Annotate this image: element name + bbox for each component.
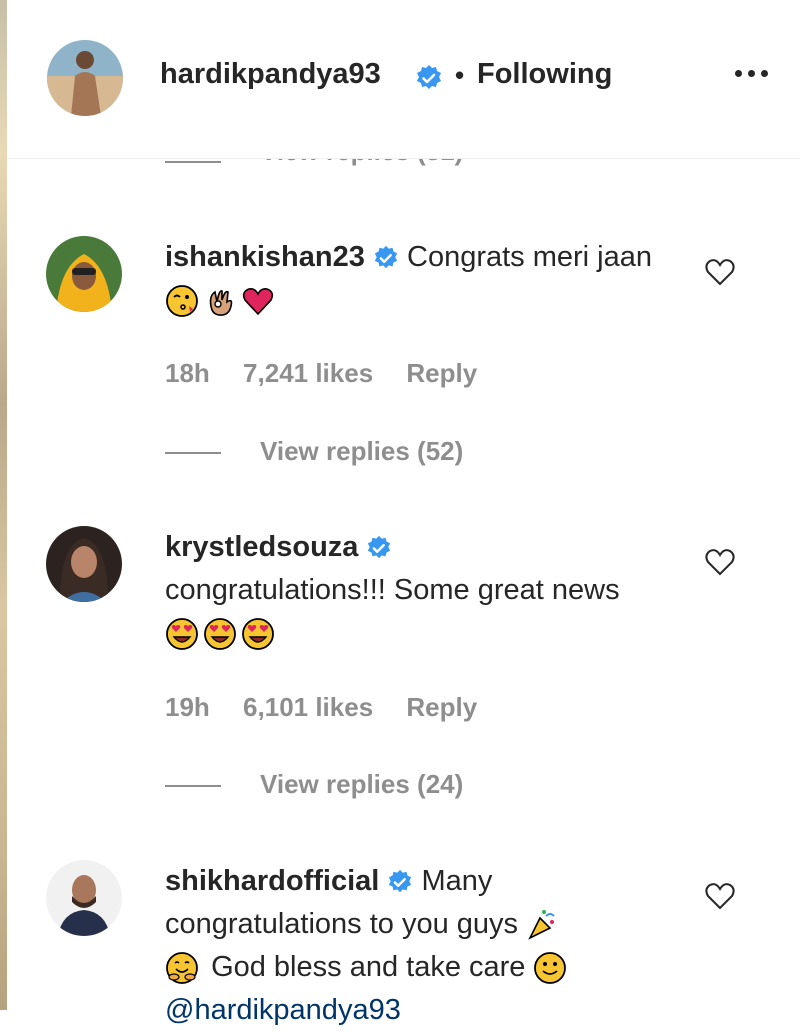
comment-text: Congrats meri jaan	[407, 241, 652, 273]
comment-time[interactable]: 19h	[165, 692, 210, 722]
background-photo-edge	[0, 0, 7, 1010]
replies-divider	[165, 161, 221, 163]
verified-badge-icon	[417, 65, 441, 89]
comment-meta: 19h 6,101 likes Reply	[165, 692, 503, 723]
post-header: hardikpandya93 • Following	[7, 0, 800, 159]
replies-divider	[165, 785, 221, 787]
commenter-avatar[interactable]	[46, 860, 122, 936]
commenter-username[interactable]: ishankishan23	[165, 241, 365, 273]
comment-text: congratulations!!! Some great news	[165, 574, 620, 606]
like-heart-icon[interactable]	[705, 882, 735, 910]
commenter-username[interactable]: krystledsouza	[165, 531, 358, 563]
commenter-avatar[interactable]	[46, 526, 122, 602]
reply-button[interactable]: Reply	[406, 358, 477, 388]
mention-link[interactable]: @hardikpandya93	[165, 994, 401, 1026]
comment-likes[interactable]: 6,101 likes	[243, 692, 373, 722]
party-popper-icon	[528, 910, 555, 941]
comment-body: ishankishan23 Congrats meri jaan	[165, 236, 655, 322]
like-heart-icon[interactable]	[705, 548, 735, 576]
like-heart-icon[interactable]	[705, 258, 735, 286]
slightly-smiling-face-icon	[534, 952, 567, 985]
view-replies-link[interactable]: View replies (24)	[260, 769, 463, 800]
reply-button[interactable]: Reply	[406, 692, 477, 722]
heart-eyes-icon	[204, 618, 236, 651]
comment-text: God bless and take care	[211, 951, 526, 983]
view-replies-link[interactable]: View replies (52)	[260, 436, 463, 467]
verified-badge-icon	[389, 870, 412, 893]
author-username[interactable]: hardikpandya93	[160, 58, 381, 91]
face-blowing-kiss-icon	[166, 285, 198, 318]
comment-body: shikhardofficial Many congratulations to…	[165, 860, 655, 1032]
ok-hand-icon	[209, 290, 233, 317]
heart-eyes-icon	[166, 618, 198, 651]
separator-dot: •	[455, 60, 465, 90]
verified-badge-icon	[368, 536, 391, 559]
heart-eyes-icon	[242, 618, 274, 651]
red-heart-icon	[242, 288, 274, 316]
comment-time[interactable]: 18h	[165, 358, 210, 388]
verified-badge-icon	[374, 246, 398, 269]
hugging-face-icon	[166, 952, 198, 985]
replies-divider	[165, 452, 221, 454]
more-options-icon[interactable]	[732, 70, 772, 82]
author-avatar[interactable]	[47, 40, 123, 116]
comment-body: krystledsouza congratulations!!! Some gr…	[165, 526, 655, 655]
comment-meta: 18h 7,241 likes Reply	[165, 358, 503, 389]
commenter-username[interactable]: shikhardofficial	[165, 865, 379, 897]
commenter-avatar[interactable]	[46, 236, 122, 312]
comment-likes[interactable]: 7,241 likes	[243, 358, 373, 388]
following-button[interactable]: Following	[477, 58, 612, 91]
